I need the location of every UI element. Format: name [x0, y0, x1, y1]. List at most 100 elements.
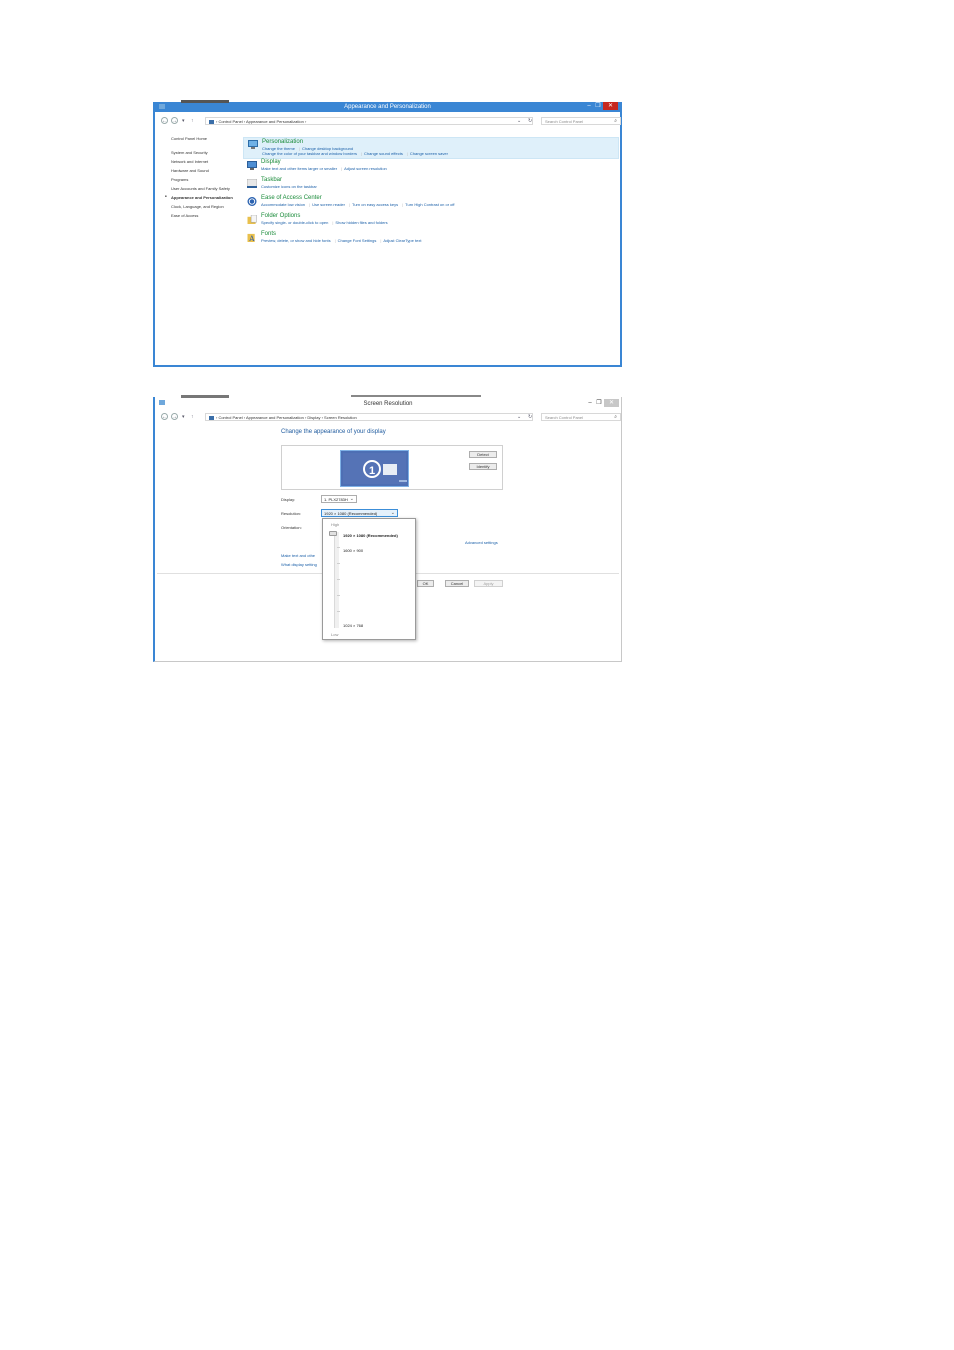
sidebar-item-ease-of-access[interactable]: Ease of Access — [171, 213, 237, 218]
link-high-contrast[interactable]: Turn High Contrast on or off — [405, 202, 454, 207]
category-links: Customize icons on the taskbar — [261, 184, 619, 189]
title-bar[interactable]: Appearance and Personalization – ❐ ✕ — [155, 100, 620, 112]
link-text-size[interactable]: Make text and other items larger or smal… — [261, 166, 337, 171]
sidebar-item-clock-language[interactable]: Clock, Language, and Region — [171, 204, 237, 209]
title-bar[interactable]: Screen Resolution – ❐ ✕ — [155, 395, 621, 408]
category-fonts: A Fonts Preview, delete, or show and hid… — [243, 231, 619, 249]
monitor-1[interactable]: 1 — [340, 450, 409, 487]
forward-button[interactable]: → — [171, 413, 178, 420]
link-change-screen-saver[interactable]: Change screen saver — [410, 151, 448, 156]
address-bar-row: ← → ▾ ↑ › Control Panel › Appearance and… — [161, 413, 621, 421]
text-size-link[interactable]: Make text and othe — [281, 553, 315, 558]
ok-button[interactable]: OK — [417, 580, 434, 587]
detect-button[interactable]: Detect — [469, 451, 497, 458]
category-ease-of-access: Ease of Access Center Accommodate low vi… — [243, 195, 619, 213]
link-font-settings[interactable]: Change Font Settings — [338, 238, 377, 243]
link-cleartype[interactable]: Adjust ClearType text — [383, 238, 421, 243]
link-low-vision[interactable]: Accommodate low vision — [261, 202, 305, 207]
address-field[interactable]: › Control Panel › Appearance and Persona… — [205, 117, 533, 125]
link-single-double-click[interactable]: Specify single- or double-click to open — [261, 220, 328, 225]
link-screen-reader[interactable]: Use screen reader — [312, 202, 345, 207]
category-title[interactable]: Display — [261, 159, 619, 166]
address-field[interactable]: › Control Panel › Appearance and Persona… — [205, 413, 533, 421]
slider-tick — [337, 611, 340, 612]
sidebar-item-system-security[interactable]: System and Security — [171, 150, 237, 155]
apply-button[interactable]: Apply — [474, 580, 503, 587]
search-input[interactable]: Search Control Panel ⌕ — [541, 117, 621, 125]
maximize-button[interactable]: ❐ — [595, 399, 603, 407]
window-title: Screen Resolution — [363, 401, 413, 407]
slider-tick — [337, 547, 340, 548]
resolution-option-selected[interactable]: 1920 × 1080 (Recommended) — [343, 533, 398, 538]
sidebar-item-user-accounts[interactable]: User Accounts and Family Safety — [171, 186, 237, 191]
link-change-sound-effects[interactable]: Change sound effects — [364, 151, 403, 156]
resolution-select[interactable]: 1920 × 1080 (Recommended) ⌄ — [321, 509, 398, 517]
category-title[interactable]: Ease of Access Center — [261, 195, 619, 202]
link-preview-fonts[interactable]: Preview, delete, or show and hide fonts — [261, 238, 331, 243]
sidebar-item-hardware-sound[interactable]: Hardware and Sound — [171, 168, 237, 173]
back-button[interactable]: ← — [161, 413, 168, 420]
monitor-screen: 1 — [343, 453, 407, 484]
category-list: Personalization Change the theme | Change … — [243, 137, 619, 249]
category-links: Make text and other items larger or smal… — [261, 166, 619, 171]
search-icon[interactable]: ⌕ — [614, 414, 617, 421]
address-path: › Control Panel › Appearance and Persona… — [216, 415, 357, 420]
identify-button[interactable]: Identify — [469, 463, 497, 470]
sidebar-home-link[interactable]: Control Panel Home — [171, 136, 237, 141]
link-hidden-files[interactable]: Show hidden files and folders — [335, 220, 387, 225]
screen-resolution-content: Change the appearance of your display 1 … — [281, 429, 505, 567]
resolution-option[interactable]: 1600 × 900 — [343, 548, 363, 553]
advanced-settings-link[interactable]: Advanced settings — [465, 540, 498, 545]
link-adjust-resolution[interactable]: Adjust screen resolution — [344, 166, 387, 171]
search-icon[interactable]: ⌕ — [614, 118, 617, 125]
refresh-icon[interactable]: ↻ — [528, 413, 532, 421]
svg-text:A: A — [248, 234, 255, 242]
maximize-button[interactable]: ❐ — [594, 102, 602, 110]
category-title[interactable]: Taskbar — [261, 177, 619, 184]
display-settings-link[interactable]: What display setting — [281, 562, 317, 567]
link-easy-access-keys[interactable]: Turn on easy access keys — [352, 202, 398, 207]
category-folder-options: Folder Options Specify single- or double… — [243, 213, 619, 231]
display-select[interactable]: 1. PLX2783H ⌄ — [321, 495, 357, 503]
category-links: Change the color of your taskbar and win… — [262, 151, 618, 156]
close-button[interactable]: ✕ — [604, 399, 619, 407]
up-button[interactable]: ↑ — [191, 413, 194, 421]
sidebar-item-appearance-current: • Appearance and Personalization — [165, 195, 237, 201]
resolution-option[interactable]: 1024 × 768 — [343, 623, 363, 628]
recent-locations-icon[interactable]: ▾ — [182, 117, 185, 125]
slider-tick — [337, 579, 340, 580]
link-customize-taskbar-icons[interactable]: Customize icons on the taskbar — [261, 184, 317, 189]
resolution-slider-thumb[interactable] — [329, 531, 337, 536]
slider-high-label: High — [331, 522, 340, 527]
appearance-personalization-window: Appearance and Personalization – ❐ ✕ ← →… — [153, 100, 622, 367]
page-title: Change the appearance of your display — [281, 429, 386, 435]
category-personalization: Personalization Change the theme | Change … — [243, 137, 619, 159]
minimize-button[interactable]: – — [586, 399, 594, 407]
taskbar-strip — [351, 395, 481, 397]
resolution-dropdown: High 1920 × 1080 (Recommended) 1600 × 90… — [322, 518, 416, 640]
forward-button[interactable]: → — [171, 117, 178, 124]
slider-low-label: Low — [331, 632, 339, 637]
close-button[interactable]: ✕ — [603, 102, 618, 110]
address-dropdown-icon[interactable]: ⌄ — [517, 413, 521, 421]
cancel-button[interactable]: Cancel — [445, 580, 469, 587]
sidebar-item-programs[interactable]: Programs — [171, 177, 237, 182]
category-title[interactable]: Fonts — [261, 231, 619, 238]
recent-locations-icon[interactable]: ▾ — [182, 413, 185, 421]
link-change-taskbar-color[interactable]: Change the color of your taskbar and win… — [262, 151, 357, 156]
link-separator: | — [309, 202, 311, 207]
monitor-number: 1 — [363, 460, 381, 478]
monitor-taskbar — [399, 480, 407, 482]
category-title[interactable]: Folder Options — [261, 213, 619, 220]
link-separator: | — [380, 238, 382, 243]
up-button[interactable]: ↑ — [191, 117, 194, 125]
address-dropdown-icon[interactable]: ⌄ — [517, 117, 521, 125]
refresh-icon[interactable]: ↻ — [528, 117, 532, 125]
back-button[interactable]: ← — [161, 117, 168, 124]
category-title[interactable]: Personalization — [262, 139, 618, 146]
sidebar-item-network-internet[interactable]: Network and Internet — [171, 159, 237, 164]
search-input[interactable]: Search Control Panel ⌕ — [541, 413, 621, 421]
ease-of-access-icon — [247, 197, 257, 206]
control-panel-small-icon — [209, 415, 214, 420]
minimize-button[interactable]: – — [585, 102, 593, 110]
